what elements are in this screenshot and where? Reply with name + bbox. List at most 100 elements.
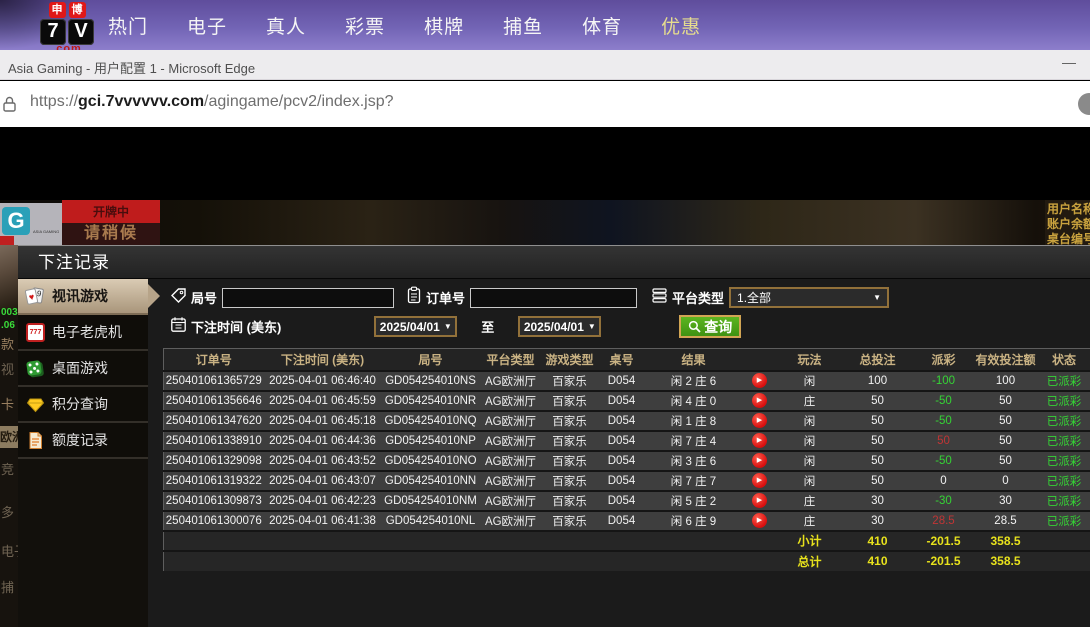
cell-game: 百家乐 bbox=[542, 471, 598, 491]
date-to-select[interactable]: 2025/04/01 ▼ bbox=[518, 316, 601, 337]
table-row: 250401061309873 2025-04-01 06:42:23 GD05… bbox=[164, 491, 1090, 511]
table-row: 250401061356646 2025-04-01 06:45:59 GD05… bbox=[164, 391, 1090, 411]
replay-button[interactable]: ▶ bbox=[752, 453, 767, 468]
cell-play: 闲 bbox=[778, 411, 842, 431]
cell-game: 百家乐 bbox=[542, 451, 598, 471]
cell-time: 2025-04-01 06:41:38 bbox=[264, 511, 382, 531]
sidebar-label-live-games: 视讯游戏 bbox=[52, 286, 108, 306]
nav-item-live[interactable]: 真人 bbox=[266, 12, 306, 39]
cell-valid: 50 bbox=[974, 411, 1038, 431]
cell-payout: 0 bbox=[914, 471, 974, 491]
cell-round: GD054254010NO bbox=[382, 451, 480, 471]
address-bar[interactable]: https://gci.7vvvvvv.com/agingame/pcv2/in… bbox=[0, 81, 1090, 127]
nav-item-lottery[interactable]: 彩票 bbox=[345, 12, 385, 39]
cell-play: 庄 bbox=[778, 491, 842, 511]
cell-round: GD054254010NP bbox=[382, 431, 480, 451]
calendar-icon bbox=[170, 316, 187, 338]
replay-button[interactable]: ▶ bbox=[752, 473, 767, 488]
cell-table: D054 bbox=[598, 511, 646, 531]
sidebar-item-slots[interactable]: 777 电子老虎机 bbox=[18, 315, 148, 351]
round-number-input[interactable] bbox=[222, 288, 394, 308]
cell-bet: 100 bbox=[842, 371, 914, 391]
replay-button[interactable]: ▶ bbox=[752, 393, 767, 408]
username-label-fragment: 用户名称 bbox=[1047, 202, 1090, 217]
panel-content: 局号 订单号 平台类型 1.全部 ▼ 下注时间 (美东) 2025/04/01 bbox=[160, 279, 1090, 627]
logo-tile-v: V bbox=[68, 19, 94, 45]
order-number-input[interactable] bbox=[470, 288, 637, 308]
asia-gaming-logo: G ASIA GAMING bbox=[0, 203, 62, 245]
subtotal-row: 小计 410 -201.5 358.5 bbox=[164, 531, 1090, 551]
cell-platform: AG欧洲厅 bbox=[480, 391, 542, 411]
ag-g-icon: G bbox=[2, 207, 30, 235]
browser-profile-icon[interactable] bbox=[1078, 93, 1090, 115]
sidebar-item-points-query[interactable]: 积分查询 bbox=[18, 387, 148, 423]
cell-round: GD054254010NM bbox=[382, 491, 480, 511]
cell-play: 闲 bbox=[778, 451, 842, 471]
nav-item-sports[interactable]: 体育 bbox=[582, 12, 622, 39]
replay-button[interactable]: ▶ bbox=[752, 513, 767, 528]
col-valid-bet: 有效投注额 bbox=[974, 349, 1038, 371]
cell-result: 闲 4 庄 0 bbox=[646, 391, 742, 411]
cell-valid: 0 bbox=[974, 471, 1038, 491]
nav-item-chess[interactable]: 棋牌 bbox=[424, 12, 464, 39]
total-valid: 358.5 bbox=[974, 551, 1038, 571]
cell-bet: 30 bbox=[842, 511, 914, 531]
replay-button[interactable]: ▶ bbox=[752, 413, 767, 428]
cell-replay: ▶ bbox=[742, 511, 778, 531]
query-button-label: 查询 bbox=[704, 317, 732, 337]
col-result: 结果 bbox=[646, 349, 742, 371]
url-text[interactable]: https://gci.7vvvvvv.com/agingame/pcv2/in… bbox=[30, 93, 394, 111]
col-game-type: 游戏类型 bbox=[542, 349, 598, 371]
cell-replay: ▶ bbox=[742, 491, 778, 511]
cell-payout: -30 bbox=[914, 491, 974, 511]
url-domain: gci.7vvvvvv.com bbox=[78, 93, 204, 110]
sidebar-item-credit-records[interactable]: 额度记录 bbox=[18, 423, 148, 459]
query-button[interactable]: 查询 bbox=[679, 315, 741, 338]
cell-payout: -50 bbox=[914, 391, 974, 411]
sidebar-item-live-games[interactable]: 9♥ 视讯游戏 bbox=[18, 279, 148, 315]
background-left-strip: 003 .06 款 视 卡 欧洲 竞 多 电子 捕 bbox=[0, 245, 18, 627]
cell-round: GD054254010NL bbox=[382, 511, 480, 531]
sidebar-item-table-games[interactable]: 桌面游戏 bbox=[18, 351, 148, 387]
cell-replay: ▶ bbox=[742, 411, 778, 431]
cell-status: 已派彩 bbox=[1038, 371, 1090, 391]
site-nav-bar: 申 博 7 V .com 热门 电子 真人 彩票 棋牌 捕鱼 体育 优惠 bbox=[0, 0, 1090, 50]
cell-valid: 50 bbox=[974, 451, 1038, 471]
col-payout: 派彩 bbox=[914, 349, 974, 371]
cell-platform: AG欧洲厅 bbox=[480, 471, 542, 491]
platform-type-label: 平台类型 bbox=[672, 288, 724, 307]
browser-title-bar: Asia Gaming - 用户配置 1 - Microsoft Edge — bbox=[0, 50, 1090, 80]
subtotal-valid: 358.5 bbox=[974, 531, 1038, 551]
clipboard-icon bbox=[406, 286, 422, 309]
bet-time-label: 下注时间 (美东) bbox=[191, 317, 281, 336]
cell-table: D054 bbox=[598, 451, 646, 471]
minimize-button[interactable]: — bbox=[1062, 54, 1076, 70]
cell-order: 250401061329098 bbox=[164, 451, 264, 471]
col-order: 订单号 bbox=[164, 349, 264, 371]
nav-item-fishing[interactable]: 捕鱼 bbox=[503, 12, 543, 39]
cell-play: 闲 bbox=[778, 431, 842, 451]
site-logo[interactable]: 申 博 7 V .com bbox=[36, 2, 98, 50]
nav-item-electronic[interactable]: 电子 bbox=[187, 12, 227, 39]
date-from-select[interactable]: 2025/04/01 ▼ bbox=[374, 316, 457, 337]
cell-time: 2025-04-01 06:44:36 bbox=[264, 431, 382, 451]
date-to-label: 至 bbox=[481, 317, 494, 336]
sidebar-label-points-query: 积分查询 bbox=[52, 394, 108, 414]
cell-valid: 50 bbox=[974, 431, 1038, 451]
ag-logo-subtext: ASIA GAMING bbox=[33, 229, 59, 234]
cell-round: GD054254010NR bbox=[382, 391, 480, 411]
nav-item-promo[interactable]: 优惠 bbox=[661, 12, 701, 39]
table-row: 250401061319322 2025-04-01 06:43:07 GD05… bbox=[164, 471, 1090, 491]
replay-button[interactable]: ▶ bbox=[752, 493, 767, 508]
cell-bet: 50 bbox=[842, 431, 914, 451]
cell-game: 百家乐 bbox=[542, 411, 598, 431]
chevron-down-icon: ▼ bbox=[444, 322, 452, 331]
nav-item-hot[interactable]: 热门 bbox=[108, 12, 148, 39]
platform-type-select[interactable]: 1.全部 ▼ bbox=[729, 287, 889, 308]
table-row: 250401061300076 2025-04-01 06:41:38 GD05… bbox=[164, 511, 1090, 531]
replay-button[interactable]: ▶ bbox=[752, 433, 767, 448]
subtotal-payout: -201.5 bbox=[914, 531, 974, 551]
replay-button[interactable]: ▶ bbox=[752, 373, 767, 388]
cell-table: D054 bbox=[598, 471, 646, 491]
panel-title: 下注记录 bbox=[18, 246, 1090, 279]
